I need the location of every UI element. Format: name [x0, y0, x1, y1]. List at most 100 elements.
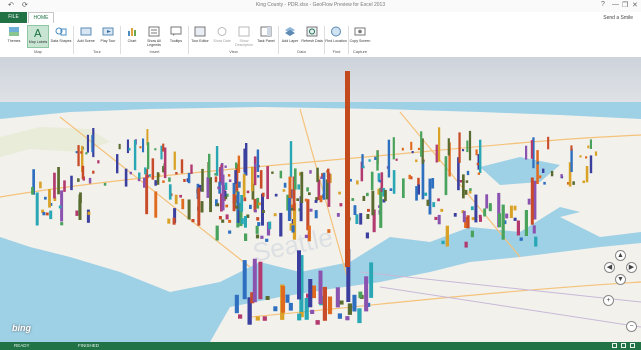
data-column	[257, 222, 261, 226]
data-column	[585, 156, 588, 159]
data-column	[138, 172, 141, 179]
data-column	[137, 178, 141, 182]
data-column	[471, 217, 475, 221]
data-column	[488, 205, 492, 211]
data-column	[259, 170, 263, 189]
data-column	[542, 168, 545, 173]
data-column	[297, 184, 300, 190]
data-column	[118, 143, 121, 150]
show-all-legends-button[interactable]: Show All Legends	[143, 25, 165, 47]
data-shapes-button[interactable]: Data Shapes	[50, 25, 72, 43]
data-column	[509, 205, 513, 218]
map-labels-icon: A	[34, 27, 42, 39]
data-column	[370, 171, 374, 191]
data-column	[458, 132, 461, 163]
data-column	[139, 146, 142, 149]
data-column	[227, 174, 231, 177]
data-column	[255, 316, 260, 321]
data-column	[255, 225, 259, 234]
data-column	[232, 194, 236, 212]
find-location-button[interactable]: Find Location	[325, 25, 347, 43]
data-column	[387, 139, 391, 178]
data-column	[262, 210, 265, 213]
data-column	[265, 296, 270, 300]
data-column	[181, 198, 185, 210]
data-column	[168, 184, 172, 200]
tab-file[interactable]: FILE	[0, 12, 27, 23]
data-column	[374, 156, 377, 160]
data-column	[146, 175, 149, 178]
show-description-button[interactable]: Show Description	[233, 25, 255, 47]
show-date-button[interactable]: Show Date	[211, 25, 233, 43]
map-labels-button[interactable]: A Map Labels	[27, 25, 49, 48]
tab-home[interactable]: HOME	[28, 12, 54, 23]
data-column	[262, 316, 267, 321]
fullscreen-icon[interactable]	[630, 343, 635, 348]
map-canvas[interactable]: Seattle bing ▲ ◀ ▶ ▼ + −	[0, 57, 641, 342]
data-column	[209, 177, 212, 213]
add-layer-button[interactable]: Add Layer	[279, 25, 301, 43]
restore-button[interactable]: ❐	[622, 1, 628, 9]
data-column	[310, 309, 315, 314]
data-column	[389, 188, 393, 191]
data-column	[322, 172, 326, 200]
data-column	[144, 167, 147, 175]
data-column	[326, 170, 329, 173]
task-panel-button[interactable]: Task Panel	[255, 25, 277, 43]
data-column	[312, 285, 316, 299]
data-column	[224, 182, 228, 190]
play-tour-button[interactable]: Play Tour	[97, 25, 119, 43]
data-column	[246, 190, 250, 194]
zoom-in-button[interactable]: +	[603, 295, 614, 306]
refresh-data-button[interactable]: Refresh Data	[301, 25, 323, 43]
data-column	[167, 218, 171, 224]
data-column	[437, 214, 441, 225]
data-column	[197, 187, 201, 226]
zoom-out-button[interactable]: −	[626, 321, 637, 332]
tilt-down-button[interactable]: ▼	[615, 274, 626, 285]
data-column	[254, 163, 257, 168]
data-column	[173, 151, 176, 170]
data-column	[470, 206, 474, 211]
add-scene-button[interactable]: Add Scene	[75, 25, 97, 43]
rotate-right-button[interactable]: ▶	[626, 262, 637, 273]
themes-button[interactable]: Themes	[3, 25, 25, 43]
chart-button[interactable]: Chart	[121, 25, 143, 43]
send-smile-link[interactable]: Send a Smile	[603, 15, 633, 21]
data-column	[411, 151, 414, 154]
tilt-up-button[interactable]: ▲	[615, 250, 626, 261]
data-column	[154, 180, 157, 186]
data-column	[560, 174, 563, 178]
data-column	[133, 139, 137, 171]
data-column	[77, 178, 80, 182]
data-column	[410, 141, 413, 151]
data-column	[217, 186, 220, 190]
data-column	[70, 175, 73, 191]
data-column	[87, 211, 91, 215]
data-column	[327, 229, 331, 233]
data-column	[91, 134, 94, 153]
data-column	[445, 225, 449, 247]
data-column	[464, 241, 468, 248]
help-icon[interactable]: ?	[601, 1, 605, 8]
tooltips-button[interactable]: Tooltips	[165, 25, 187, 43]
data-column	[243, 148, 246, 173]
tour-editor-button[interactable]: Tour Editor	[189, 25, 211, 43]
data-column	[53, 172, 56, 199]
data-column	[300, 171, 304, 203]
chart-icon	[128, 28, 136, 36]
data-column	[220, 164, 223, 168]
layout-view-icon[interactable]	[621, 343, 626, 348]
data-column	[379, 187, 383, 228]
minimize-button[interactable]: —	[612, 1, 619, 8]
data-column	[415, 186, 418, 201]
copy-screen-button[interactable]: Copy Screen	[349, 25, 371, 43]
data-column	[306, 199, 310, 231]
data-column	[215, 225, 219, 241]
rotate-left-button[interactable]: ◀	[604, 262, 615, 273]
close-button[interactable]: ✕	[632, 1, 638, 9]
data-column	[466, 215, 470, 229]
data-column	[318, 270, 323, 304]
normal-view-icon[interactable]	[612, 343, 617, 348]
data-column	[327, 296, 333, 315]
